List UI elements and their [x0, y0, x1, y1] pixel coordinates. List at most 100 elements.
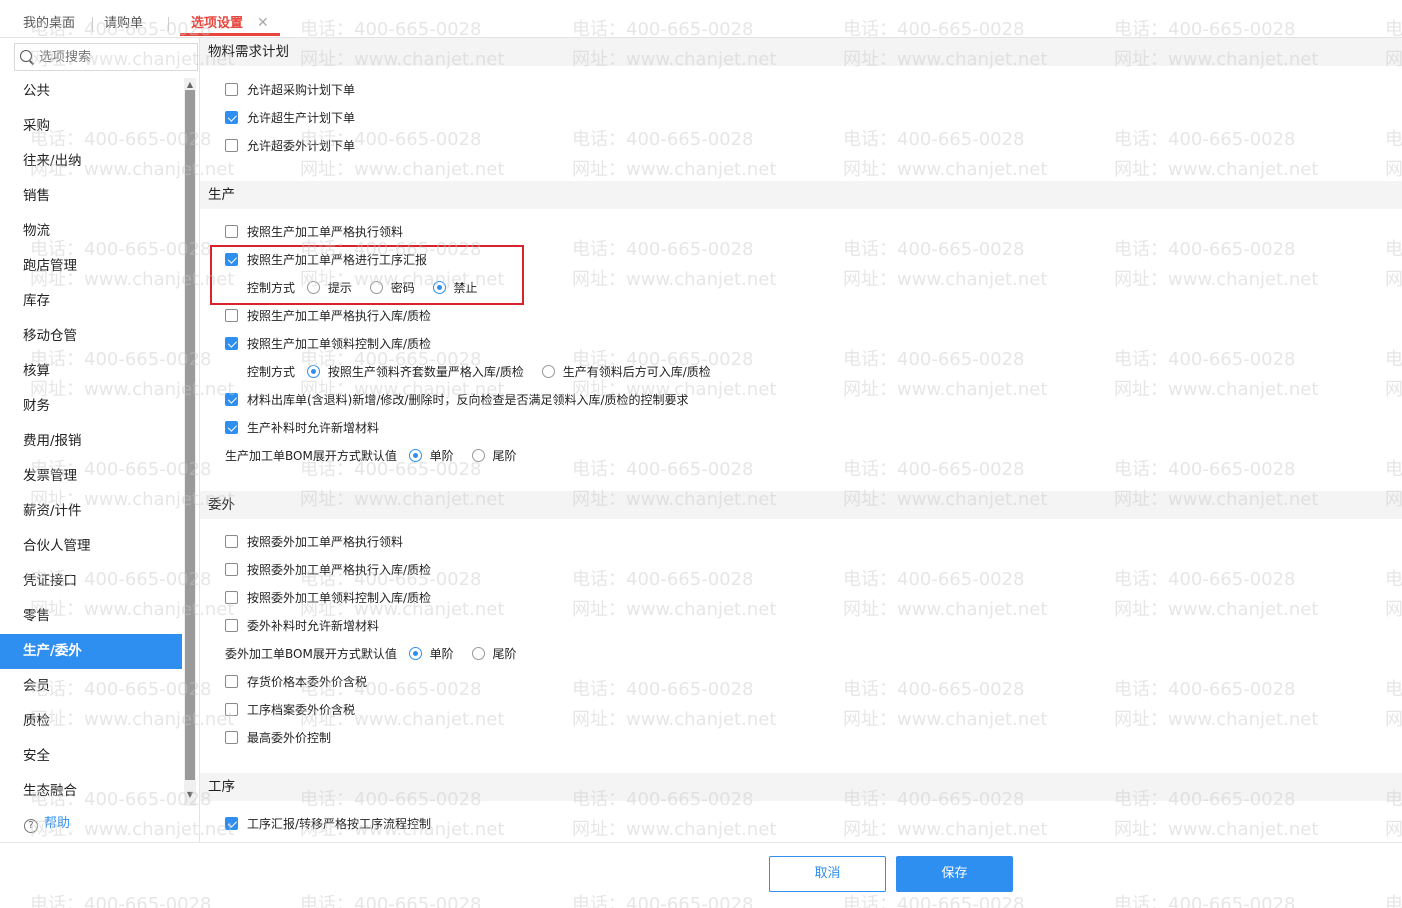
sidebar-item-quality[interactable]: 质检: [0, 704, 182, 739]
checkbox[interactable]: [225, 817, 238, 830]
tab-separator: [168, 17, 169, 31]
checkbox[interactable]: [225, 111, 238, 124]
sidebar-item-payroll[interactable]: 薪资/计件: [0, 494, 182, 529]
option-row[interactable]: 委外补料时允许新增材料: [225, 618, 379, 634]
tab-purchase-request[interactable]: 请购单: [104, 16, 143, 32]
radio[interactable]: [432, 281, 446, 294]
option-row[interactable]: 按照委外加工单严格执行领料: [225, 534, 403, 550]
sidebar-item-voucher-interface[interactable]: 凭证接口: [0, 564, 182, 599]
radio[interactable]: [306, 281, 320, 294]
checkbox[interactable]: [225, 337, 238, 350]
sidebar-item-ecosystem[interactable]: 生态融合: [0, 774, 182, 809]
radio-label: 尾阶: [492, 647, 517, 661]
checkbox[interactable]: [225, 309, 238, 322]
sidebar-item-expense[interactable]: 费用/报销: [0, 424, 182, 459]
checkbox[interactable]: [225, 619, 238, 632]
option-row[interactable]: 允许超采购计划下单: [225, 82, 355, 98]
option-row[interactable]: 工序汇报/转移严格按工序流程控制: [225, 816, 431, 832]
sidebar-item-invoice[interactable]: 发票管理: [0, 459, 182, 494]
option-row[interactable]: 按照生产加工单严格进行工序汇报: [225, 252, 427, 268]
radio-option-single-level[interactable]: 单阶: [408, 448, 454, 464]
radio-option-last-level[interactable]: 尾阶: [471, 448, 517, 464]
sidebar-item-finance[interactable]: 财务: [0, 389, 182, 424]
active-tab-indicator: [180, 33, 280, 36]
control-mode-label: 控制方式: [247, 365, 296, 379]
options-content: 物料需求计划 允许超采购计划下单 允许超生产计划下单 允许超委外计划下单 生产 …: [200, 38, 1402, 842]
option-label: 允许超委外计划下单: [247, 139, 356, 153]
option-row[interactable]: 材料出库单(含退料)新增/修改/删除时，反向检查是否满足领料入库/质检的控制要求: [225, 392, 689, 408]
checkbox[interactable]: [225, 83, 238, 96]
sidebar-item-store-visit[interactable]: 跑店管理: [0, 249, 182, 284]
bom-default-label: 生产加工单BOM展开方式默认值: [225, 449, 397, 463]
checkbox[interactable]: [225, 421, 238, 434]
sidebar-item-purchase[interactable]: 采购: [0, 109, 182, 144]
option-row[interactable]: 按照生产加工单领料控制入库/质检: [225, 336, 431, 352]
checkbox[interactable]: [225, 591, 238, 604]
option-row[interactable]: 允许超委外计划下单: [225, 138, 355, 154]
sidebar-item-production-outsourcing[interactable]: 生产/委外: [0, 634, 182, 669]
radio[interactable]: [369, 281, 383, 294]
checkbox[interactable]: [225, 535, 238, 548]
sidebar-item-accounts-cashier[interactable]: 往来/出纳: [0, 144, 182, 179]
sidebar-item-costing[interactable]: 核算: [0, 354, 182, 389]
option-label: 按照生产加工单严格执行入库/质检: [247, 309, 432, 323]
checkbox[interactable]: [225, 675, 238, 688]
option-row[interactable]: 最高委外价控制: [225, 730, 331, 746]
option-row[interactable]: 按照委外加工单严格执行入库/质检: [225, 562, 431, 578]
sidebar-item-mobile-warehouse[interactable]: 移动仓管: [0, 319, 182, 354]
radio-option-single-level[interactable]: 单阶: [408, 646, 454, 662]
option-label: 按照生产加工单领料控制入库/质检: [247, 337, 432, 351]
radio[interactable]: [306, 365, 320, 378]
option-row[interactable]: 按照生产加工单严格执行领料: [225, 224, 403, 240]
radio-option-prompt[interactable]: 提示: [306, 280, 352, 296]
checkbox[interactable]: [225, 563, 238, 576]
bom-default-row: 委外加工单BOM展开方式默认值 单阶 尾阶: [225, 646, 531, 662]
sidebar-item-inventory[interactable]: 库存: [0, 284, 182, 319]
radio-option-password[interactable]: 密码: [369, 280, 415, 296]
option-row[interactable]: 允许超生产计划下单: [225, 110, 355, 126]
scroll-up-icon[interactable]: ▲: [184, 80, 196, 90]
close-icon[interactable]: ✕: [257, 15, 269, 31]
search-input[interactable]: [39, 48, 189, 66]
save-button[interactable]: 保存: [896, 856, 1013, 892]
radio-label: 提示: [327, 281, 352, 295]
tab-option-settings[interactable]: 选项设置: [191, 16, 243, 32]
sidebar-scroll-thumb[interactable]: [185, 90, 195, 780]
radio[interactable]: [408, 647, 422, 660]
scroll-down-icon[interactable]: ▼: [184, 790, 196, 800]
checkbox[interactable]: [225, 139, 238, 152]
help-link[interactable]: ? 帮助: [24, 812, 70, 833]
option-row[interactable]: 生产补料时允许新增材料: [225, 420, 379, 436]
sidebar-item-member[interactable]: 会员: [0, 669, 182, 704]
option-row[interactable]: 按照生产加工单严格执行入库/质检: [225, 308, 431, 324]
checkbox[interactable]: [225, 731, 238, 744]
checkbox[interactable]: [225, 703, 238, 716]
option-row[interactable]: 按照委外加工单领料控制入库/质检: [225, 590, 431, 606]
cancel-button[interactable]: 取消: [769, 856, 886, 892]
sidebar-item-public[interactable]: 公共: [0, 74, 182, 109]
sidebar-item-security[interactable]: 安全: [0, 739, 182, 774]
option-label: 最高委外价控制: [247, 731, 332, 745]
sidebar-item-retail[interactable]: 零售: [0, 599, 182, 634]
radio-label: 密码: [390, 281, 415, 295]
search-box[interactable]: [14, 43, 198, 71]
sidebar-item-sales[interactable]: 销售: [0, 179, 182, 214]
option-row[interactable]: 工序档案委外价含税: [225, 702, 355, 718]
option-label: 生产补料时允许新增材料: [247, 421, 380, 435]
checkbox[interactable]: [225, 225, 238, 238]
radio-option-after-picking[interactable]: 生产有领料后方可入库/质检: [541, 364, 711, 380]
sidebar-item-partner[interactable]: 合伙人管理: [0, 529, 182, 564]
option-label: 工序汇报/转移严格按工序流程控制: [247, 817, 432, 831]
checkbox[interactable]: [225, 393, 238, 406]
radio[interactable]: [541, 365, 555, 378]
checkbox[interactable]: [225, 253, 238, 266]
radio[interactable]: [471, 647, 485, 660]
radio-option-forbid[interactable]: 禁止: [432, 280, 478, 296]
radio-option-last-level[interactable]: 尾阶: [471, 646, 517, 662]
radio[interactable]: [408, 449, 422, 462]
radio-option-strict-kit[interactable]: 按照生产领料齐套数量严格入库/质检: [306, 364, 524, 380]
radio[interactable]: [471, 449, 485, 462]
tab-my-desktop[interactable]: 我的桌面: [23, 16, 75, 32]
option-row[interactable]: 存货价格本委外价含税: [225, 674, 367, 690]
sidebar-item-logistics[interactable]: 物流: [0, 214, 182, 249]
